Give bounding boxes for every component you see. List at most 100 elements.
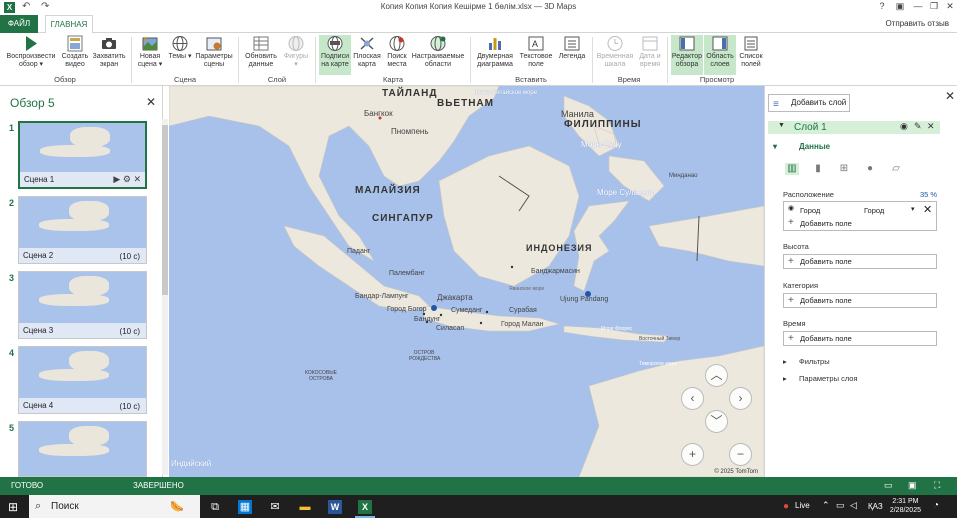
- new-scene-button[interactable]: ✦ Новая сцена ▾: [135, 35, 165, 69]
- text-box-icon: A: [528, 36, 544, 51]
- layer-options-section[interactable]: Параметры слоя: [799, 374, 858, 383]
- tray-chevron-icon[interactable]: ⌃: [822, 500, 830, 511]
- tab-home[interactable]: ГЛАВНАЯ: [45, 15, 93, 34]
- map-labels-button[interactable]: Подписи на карте: [319, 35, 351, 75]
- delete-scene-icon[interactable]: ✕: [133, 174, 141, 184]
- help-button[interactable]: ?: [875, 1, 889, 11]
- ribbon-separator: [238, 37, 239, 83]
- fullscreen-button[interactable]: ▣: [893, 1, 907, 12]
- 2d-chart-button[interactable]: Двумерная диаграмма: [474, 35, 516, 69]
- flat-map-button[interactable]: Плоская карта: [352, 35, 382, 69]
- layer-options-caret-icon[interactable]: ▸: [783, 374, 787, 383]
- restore-button[interactable]: ❐: [927, 1, 941, 12]
- find-location-button[interactable]: Поиск места: [384, 35, 410, 69]
- tilt-down-button[interactable]: ﹀: [705, 410, 728, 433]
- shapes-button[interactable]: Фигуры ▾: [282, 35, 310, 69]
- zoom-in-button[interactable]: +: [681, 443, 704, 466]
- region-icon[interactable]: ▱: [889, 163, 903, 175]
- scene-thumbnail-3[interactable]: Сцена 3 (10 с): [18, 271, 147, 339]
- delete-layer-icon[interactable]: ✕: [927, 121, 935, 132]
- close-panel-button[interactable]: ✕: [146, 95, 156, 109]
- location-type-select[interactable]: Город: [864, 206, 884, 215]
- text-box-button[interactable]: A Текстовое поле: [518, 35, 554, 69]
- pane-icon[interactable]: ▣: [908, 480, 917, 491]
- volume-icon[interactable]: ◁: [850, 500, 857, 511]
- close-layer-pane-button[interactable]: ✕: [945, 89, 955, 103]
- field-list-button[interactable]: Список полей: [737, 35, 765, 69]
- scrollbar-thumb[interactable]: [162, 125, 168, 295]
- notification-icon[interactable]: ◔: [933, 500, 939, 511]
- store-icon[interactable]: ▦: [238, 500, 252, 514]
- windows-start-icon[interactable]: ⊞: [8, 500, 18, 514]
- themes-button[interactable]: Темы ▾: [167, 35, 193, 61]
- file-explorer-icon[interactable]: ▬: [298, 500, 312, 514]
- tilt-up-button[interactable]: ︿: [705, 364, 728, 387]
- map-view[interactable]: ТАЙЛАНД ВЬЕТНАМ Бангкок Пномпень Южно-Ки…: [169, 86, 764, 477]
- category-add-field[interactable]: + Добавить поле: [783, 293, 937, 308]
- dropdown-arrow-icon[interactable]: ▾: [911, 205, 915, 213]
- filters-section[interactable]: Фильтры: [799, 357, 830, 366]
- send-feedback-link[interactable]: Отправить отзыв: [886, 19, 950, 28]
- stacked-column-icon[interactable]: ▥: [785, 163, 799, 175]
- clock[interactable]: 2:31 PM 2/28/2025: [890, 497, 921, 515]
- scene-number: 1: [9, 123, 15, 133]
- fullscreen-icon[interactable]: ⛶: [934, 480, 940, 491]
- scene-options-button[interactable]: Параметры сцены: [194, 35, 234, 69]
- play-scene-icon[interactable]: ▶: [113, 174, 120, 184]
- scene-thumbnail-2[interactable]: Сцена 2 (10 с): [18, 196, 147, 264]
- scene-thumbnail-1[interactable]: Сцена 1 ▶ ⚙ ✕: [18, 121, 147, 189]
- heatmap-icon[interactable]: ●: [863, 163, 877, 175]
- scenes-scrollbar[interactable]: [162, 119, 168, 475]
- close-button[interactable]: ✕: [943, 1, 957, 12]
- layer-header[interactable]: ▼ Слой 1 ◉ ✎ ✕: [768, 121, 940, 134]
- scene-thumbnail-4[interactable]: Сцена 4 (10 с): [18, 346, 147, 414]
- live-label[interactable]: Live: [795, 501, 810, 510]
- rename-pencil-icon[interactable]: ✎: [914, 121, 922, 132]
- ribbon-separator: [470, 37, 471, 83]
- custom-regions-button[interactable]: Настраиваемые области: [411, 35, 465, 69]
- zoom-out-button[interactable]: −: [729, 443, 752, 466]
- collapse-icon[interactable]: ▼: [778, 122, 785, 129]
- time-add-field[interactable]: + Добавить поле: [783, 331, 937, 346]
- minimize-button[interactable]: —: [911, 1, 925, 11]
- weather-icon[interactable]: 🌭: [170, 500, 184, 514]
- word-icon[interactable]: W: [328, 500, 342, 514]
- date-time-button[interactable]: Дата и время: [637, 35, 663, 69]
- add-layer-button[interactable]: ≡ Добавить слой: [768, 94, 850, 112]
- data-section-caret-icon[interactable]: ▾: [773, 142, 777, 151]
- legend-icon: [564, 36, 580, 51]
- tour-editor-button[interactable]: Редактор обзора: [671, 35, 703, 75]
- task-view-icon[interactable]: ⧉: [208, 500, 222, 514]
- language-indicator[interactable]: ҚАЗ: [868, 502, 883, 511]
- network-icon[interactable]: ▭: [836, 500, 845, 511]
- remove-field-icon[interactable]: ✕: [923, 203, 932, 216]
- visibility-eye-icon[interactable]: ◉: [900, 121, 908, 132]
- create-video-button[interactable]: Создать видео: [59, 35, 91, 69]
- radio-selected-icon[interactable]: ◉: [788, 204, 794, 212]
- layer-pane-button[interactable]: Область слоев: [704, 35, 736, 75]
- capture-screen-button[interactable]: Захватить экран: [92, 35, 126, 69]
- rotate-left-button[interactable]: ‹: [681, 387, 704, 410]
- scene-thumbnail-5[interactable]: [18, 421, 147, 477]
- plus-icon: +: [788, 256, 794, 267]
- scene-settings-icon[interactable]: ⚙: [123, 174, 131, 184]
- thumbnail-land: [69, 201, 109, 221]
- map-labels-icon: [327, 36, 343, 51]
- excel-icon[interactable]: X: [358, 500, 372, 514]
- location-match-percent[interactable]: 35 %: [920, 190, 937, 199]
- legend-button[interactable]: Легенда: [556, 35, 588, 61]
- play-tour-button[interactable]: Воспроизвести обзор ▾: [4, 35, 58, 69]
- label-bogor: Город Богор: [387, 306, 427, 313]
- clustered-column-icon[interactable]: ▮: [811, 163, 825, 175]
- screen-icon[interactable]: ▭: [884, 480, 893, 491]
- data-section-title: Данные: [799, 142, 831, 151]
- timeline-button[interactable]: Временная шкала: [594, 35, 636, 69]
- tab-file[interactable]: ФАЙЛ: [0, 15, 38, 33]
- rotate-right-button[interactable]: ›: [729, 387, 752, 410]
- height-add-field[interactable]: + Добавить поле: [783, 254, 937, 269]
- filters-caret-icon[interactable]: ▸: [783, 357, 787, 366]
- add-location-field[interactable]: Добавить поле: [800, 219, 852, 228]
- refresh-data-button[interactable]: Обновить данные: [242, 35, 280, 69]
- mail-icon[interactable]: ✉: [268, 500, 282, 514]
- bubble-icon[interactable]: ⊞: [837, 163, 851, 175]
